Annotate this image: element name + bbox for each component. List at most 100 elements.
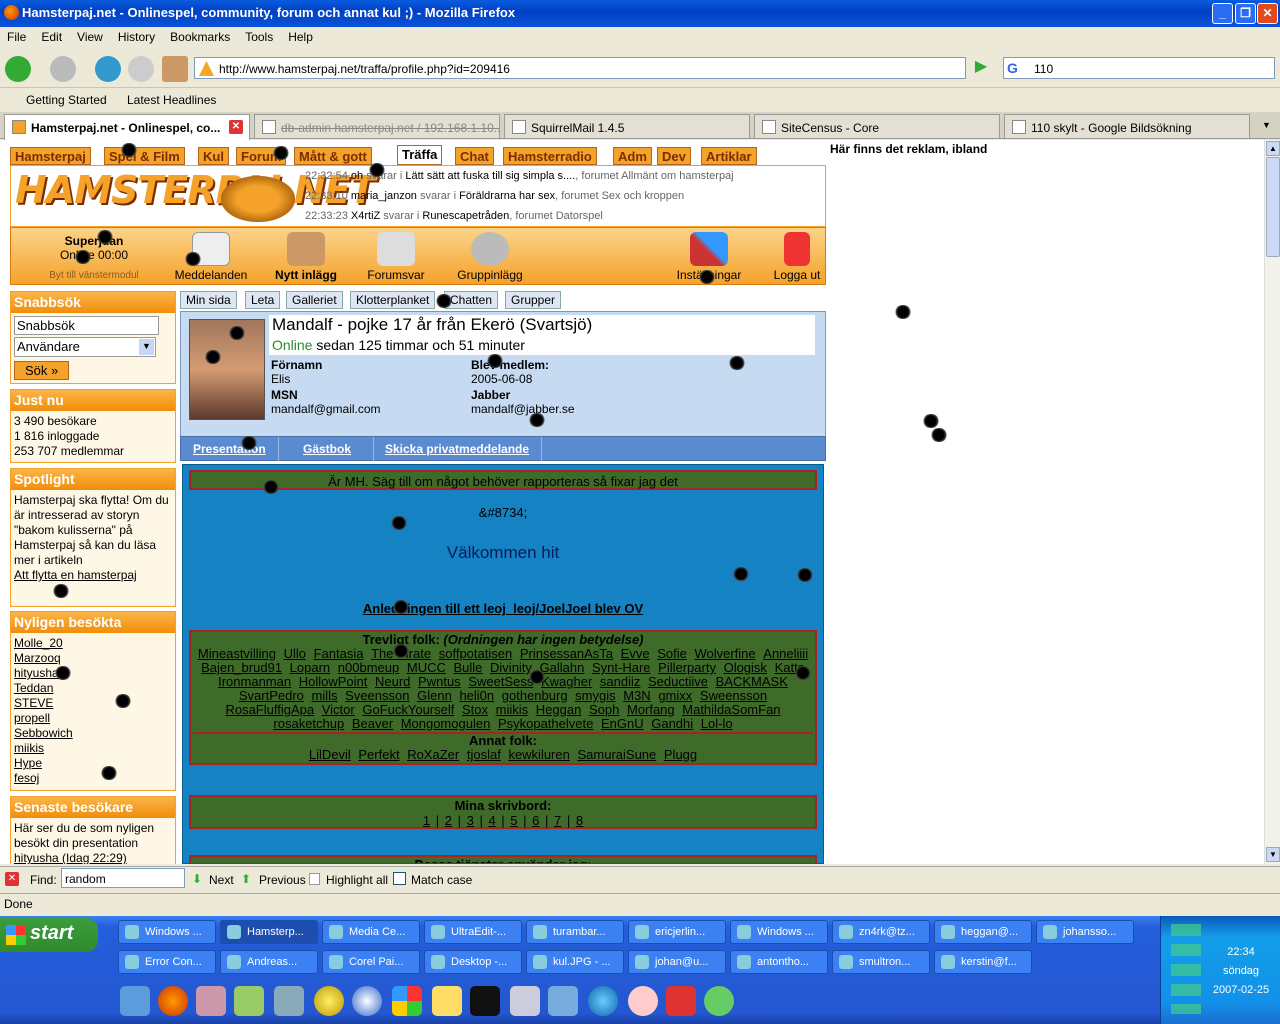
other-person-link[interactable]: LilDevil [309,747,351,762]
nice-person-link[interactable]: Lol-lo [701,716,733,731]
taskbar-button[interactable]: Windows ... [730,920,828,944]
recent-link[interactable]: miikis [14,741,172,756]
feed-user[interactable]: oh [351,170,363,182]
nice-person-link[interactable]: Ironmanman [218,674,291,689]
close-find-icon[interactable]: ✕ [5,872,19,886]
forward-icon[interactable] [50,56,76,82]
spotlight-link[interactable]: Att flytta en hamsterpaj [14,568,172,583]
nice-person-link[interactable]: HollowPoint [299,674,368,689]
taskbar-button[interactable]: UltraEdit-... [424,920,522,944]
taskbar-button[interactable]: Corel Pai... [322,950,420,974]
menu-edit[interactable]: Edit [34,27,70,44]
nav-chat[interactable]: Chat [455,147,494,165]
desk-link[interactable]: 7 [554,813,561,828]
ptab-gastbok[interactable]: Gästbok [281,437,375,461]
nice-person-link[interactable]: Psykopathelvete [498,716,593,731]
nav-artiklar[interactable]: Artiklar [701,147,757,165]
other-person-link[interactable]: RoXaZer [407,747,459,762]
taskbar-button[interactable]: antontho... [730,950,828,974]
feed-user[interactable]: maria_janzon [351,190,417,202]
subtab-klotterplanket[interactable]: Klotterplanket [350,291,436,309]
taskbar-button[interactable]: Hamsterp... [220,920,318,944]
other-person-link[interactable]: tjoslaf [467,747,501,762]
nice-person-link[interactable]: Kwagher [541,674,592,689]
nice-person-link[interactable]: M3N [623,688,650,703]
media-player-icon[interactable] [352,986,382,1016]
network-icon[interactable] [234,986,264,1016]
menu-file[interactable]: File [0,27,34,44]
subtab-leta[interactable]: Leta [245,291,281,309]
other-person-link[interactable]: SamuraiSune [577,747,656,762]
recent-link[interactable]: STEVE [14,696,172,711]
taskbar-button[interactable]: Andreas... [220,950,318,974]
msn-icon[interactable] [704,986,734,1016]
search-field[interactable]: G 110 [1003,57,1275,79]
find-previous-button[interactable]: Previous [259,873,306,887]
nice-person-link[interactable]: Mongomogulen [401,716,491,731]
folder-icon[interactable] [432,986,462,1016]
recent-link[interactable]: Molle_20 [14,636,172,651]
nice-person-link[interactable]: Ologisk [724,660,767,675]
ptab-privatmeddelande[interactable]: Skicka privatmeddelande [373,437,543,461]
quicksearch-input[interactable]: Snabbsök [14,316,159,335]
mirc-icon[interactable] [666,986,696,1016]
tab-sitecensus[interactable]: SiteCensus - Core [754,114,1000,138]
home-icon[interactable] [162,56,188,82]
tab-google[interactable]: 110 skylt - Google Bildsökning [1004,114,1250,138]
url-field[interactable]: http://www.hamsterpaj.net/traffa/profile… [194,57,966,79]
nice-person-link[interactable]: EnGnU [601,716,644,731]
go-button[interactable]: ▶ [970,57,992,79]
nice-person-link[interactable]: Sofie [657,646,687,661]
feed-thread[interactable]: Lätt sätt att fuska till sig simpla s...… [405,170,575,182]
close-tab-icon[interactable]: ✕ [229,120,243,134]
taskbar-button[interactable]: ericjerlin... [628,920,726,944]
nice-person-link[interactable]: Neurd [375,674,410,689]
quicksearch-select[interactable]: Användare ▼ [14,337,156,357]
nice-person-link[interactable]: Fantasia [314,646,364,661]
nav-hamsterpaj[interactable]: Hamsterpaj [10,147,91,165]
nice-person-link[interactable]: Loparn [290,660,330,675]
nav-hamsterradio[interactable]: Hamsterradio [503,147,597,165]
taskbar-button[interactable]: Media Ce... [322,920,420,944]
bookmark-getting-started[interactable]: Getting Started [26,93,107,107]
lastvisitor-link[interactable]: hityusha (Idag 22:29) [14,851,172,864]
taskbar-button[interactable]: Error Con... [118,950,216,974]
close-window-button[interactable]: ✕ [1257,3,1278,24]
nice-person-link[interactable]: mills [312,688,338,703]
nice-person-link[interactable]: Divinity [490,660,532,675]
nice-person-link[interactable]: Mineastvilling [198,646,276,661]
nice-person-link[interactable]: soffpotatisen [439,646,512,661]
nav-matt-gott[interactable]: Mått & gott [294,147,372,165]
bookmark-latest-headlines[interactable]: Latest Headlines [127,93,216,107]
nice-person-link[interactable]: Glenn [417,688,452,703]
nice-person-link[interactable]: n00bmeup [338,660,399,675]
recent-link[interactable]: Teddan [14,681,172,696]
other-person-link[interactable]: kewkiluren [508,747,569,762]
highlight-all-button[interactable]: Highlight all [326,873,388,887]
nice-person-link[interactable]: Pillerparty [658,660,716,675]
nice-person-link[interactable]: MUCC [407,660,446,675]
taskbar-button[interactable]: turambar... [526,920,624,944]
match-case-checkbox[interactable] [393,872,406,885]
menu-history[interactable]: History [111,27,163,44]
drive-icon[interactable] [510,986,540,1016]
taskbar-button[interactable]: kerstin@f... [934,950,1032,974]
nice-person-link[interactable]: Anneliiii [763,646,808,661]
tray-icons[interactable] [1171,924,1201,1014]
tab-db-admin[interactable]: db-admin hamsterpaj.net / 192.168.1.10..… [254,114,500,138]
desk-link[interactable]: 1 [423,813,430,828]
recent-link[interactable]: Marzooq [14,651,172,666]
media-center-icon[interactable] [392,986,422,1016]
find-input[interactable]: random [61,868,185,888]
nice-person-link[interactable]: Sveensson [345,688,409,703]
menu-bookmarks[interactable]: Bookmarks [163,27,238,44]
back-icon[interactable] [5,56,31,82]
other-person-link[interactable]: Perfekt [358,747,399,762]
page-scrollbar[interactable]: ▲ ▼ [1264,140,1280,864]
tab-list-icon[interactable]: ▼ [1262,120,1271,130]
show-desktop-icon[interactable] [120,986,150,1016]
nice-person-link[interactable]: gmixx [658,688,692,703]
other-person-link[interactable]: Plugg [664,747,697,762]
nice-person-link[interactable]: heli0n [459,688,494,703]
nice-person-link[interactable]: Gallahn [540,660,585,675]
